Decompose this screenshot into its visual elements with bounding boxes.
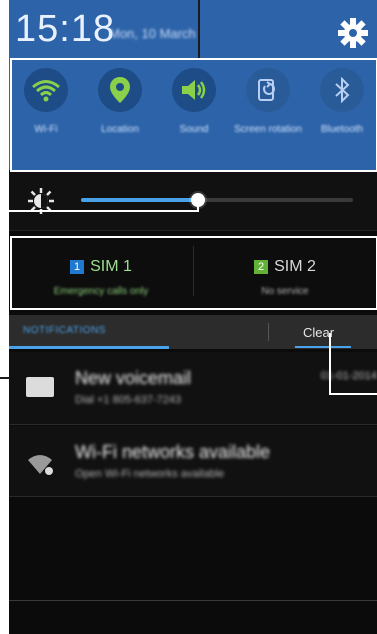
gear-icon[interactable] [337, 17, 369, 49]
wifi-available-icon [28, 455, 53, 475]
notification-item[interactable]: Wi-Fi networks available Open Wi-Fi netw… [9, 426, 377, 497]
notification-item[interactable]: New voicemail Dial +1 805-637-7243 01-01… [9, 352, 377, 425]
date: Mon, 10 March [109, 26, 196, 41]
tab-notifications[interactable]: NOTIFICATIONS [23, 325, 106, 336]
callout-box-quick-settings [10, 58, 377, 172]
callout-box-sim-status [10, 236, 377, 310]
notification-title: New voicemail [75, 368, 192, 388]
voicemail-icon [26, 377, 54, 397]
bottom-divider [9, 600, 377, 601]
brightness-row [9, 170, 377, 231]
leader-line [329, 333, 331, 393]
notification-subtitle: Open Wi-Fi networks available [75, 468, 225, 480]
tab-underline [9, 346, 169, 349]
clock: 15:18 [15, 8, 116, 50]
brightness-slider-fill [81, 198, 198, 202]
leader-line [329, 393, 377, 395]
leader-line [0, 377, 10, 379]
notification-title: Wi-Fi networks available [75, 442, 271, 462]
notifications-header: NOTIFICATIONS Clear [9, 315, 377, 349]
leader-line [197, 199, 199, 212]
brightness-slider[interactable] [81, 193, 353, 207]
status-bar: 15:18 Mon, 10 March [9, 0, 377, 60]
leader-line [0, 210, 198, 212]
header-divider [268, 323, 269, 341]
clear-underline [295, 346, 351, 348]
notification-subtitle: Dial +1 805-637-7243 [75, 394, 182, 406]
leader-line [198, 0, 200, 58]
notifications-empty-area [9, 497, 377, 634]
